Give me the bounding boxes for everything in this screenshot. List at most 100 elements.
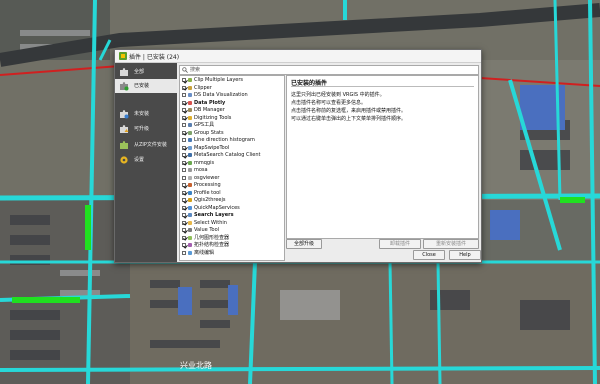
plugin-name: Data Plotly xyxy=(194,99,226,106)
plugin-enable-checkbox[interactable] xyxy=(182,108,186,112)
plugin-icon xyxy=(188,145,192,150)
plugin-list-item[interactable]: mmqgis xyxy=(180,160,284,166)
plugin-enable-checkbox[interactable] xyxy=(182,130,186,135)
plugin-list-item[interactable]: Data Plotly xyxy=(180,100,284,106)
plugin-enable-checkbox[interactable] xyxy=(182,168,186,172)
plugin-icon xyxy=(188,153,192,157)
plugin-list-item[interactable]: osgviewer xyxy=(180,175,284,181)
search-placeholder: 搜索 xyxy=(190,67,201,73)
plugin-name: Clipper xyxy=(194,84,212,91)
plugin-icon xyxy=(188,243,192,247)
plugin-list-item[interactable]: Digitizing Tools xyxy=(180,115,284,121)
plugin-list-item[interactable]: MetaSearch Catalog Client xyxy=(180,152,284,158)
plugin-list-item[interactable]: Line direction histogram xyxy=(180,137,284,143)
plugin-list-item[interactable]: 拓扑结构检查器 xyxy=(180,242,284,248)
close-button[interactable]: Close xyxy=(413,250,445,260)
sidebar-item-label: 可升级 xyxy=(134,126,150,132)
plugin-enable-checkbox[interactable] xyxy=(182,198,186,202)
plugin-list-item[interactable]: MapSwipeTool xyxy=(180,145,284,151)
plugin-enable-checkbox[interactable] xyxy=(182,145,186,150)
plugin-list-item[interactable]: Profile tool xyxy=(180,190,284,196)
sidebar-item-not-installed[interactable]: 未安装 xyxy=(115,107,177,121)
plugin-enable-checkbox[interactable] xyxy=(182,228,186,232)
plugin-list-item[interactable]: Search Layers xyxy=(180,212,284,218)
plugin-enable-checkbox[interactable] xyxy=(182,243,186,247)
plugin-enable-checkbox[interactable] xyxy=(182,115,186,120)
plugin-list-item[interactable]: Select Within xyxy=(180,220,284,226)
plugin-enable-checkbox[interactable] xyxy=(182,190,186,195)
plugin-enable-checkbox[interactable] xyxy=(182,183,186,187)
plugin-icon xyxy=(188,85,192,90)
sidebar-item-upgradeable[interactable]: 可升级 xyxy=(115,122,177,136)
plugin-icon xyxy=(188,250,192,255)
plugin-icon xyxy=(188,168,192,172)
plugin-name: QuickMapServices xyxy=(194,204,240,211)
dialog-titlebar[interactable]: 插件 | 已安装 (24) xyxy=(115,50,481,63)
plugin-enable-checkbox[interactable] xyxy=(182,205,186,210)
plugin-enable-checkbox[interactable] xyxy=(182,235,186,240)
sidebar-item-label: 设置 xyxy=(134,157,145,163)
plugin-enable-checkbox[interactable] xyxy=(182,213,186,217)
sidebar-item-all[interactable]: 全部 xyxy=(115,65,177,79)
plugin-list-item[interactable]: 几何图形检查器 xyxy=(180,235,284,241)
puzzle-installed-icon xyxy=(120,82,129,91)
details-line: 点击插件名称前的复选框，来启用插件或禁用插件。 xyxy=(291,108,407,114)
plugin-name: GPS工具 xyxy=(194,122,215,128)
plugin-icon xyxy=(188,123,192,127)
help-button[interactable]: Help xyxy=(449,250,481,260)
plugin-enable-checkbox[interactable] xyxy=(182,220,186,225)
plugin-icon xyxy=(188,175,192,180)
plugin-icon xyxy=(188,190,192,195)
plugin-enable-checkbox[interactable] xyxy=(182,93,186,97)
plugin-icon xyxy=(188,130,192,135)
sidebar-item-label: 全部 xyxy=(134,69,145,75)
upgrade-all-button[interactable]: 全部升级 xyxy=(286,239,322,249)
plugin-name: Select Within xyxy=(194,219,227,226)
plugin-enable-checkbox[interactable] xyxy=(182,175,186,180)
plugin-name: 离线编辑 xyxy=(194,249,215,256)
plugin-name: Line direction histogram xyxy=(194,137,255,143)
plugin-enable-checkbox[interactable] xyxy=(182,160,186,165)
plugin-list-item[interactable]: mosa xyxy=(180,167,284,173)
sidebar-item-installed[interactable]: 已安装 xyxy=(115,79,177,93)
plugin-list-item[interactable]: DS Data Visualization xyxy=(180,92,284,98)
details-line: 这里只列出已经安装到 VRGIS 中的插件。 xyxy=(291,92,385,98)
plugin-icon xyxy=(188,183,192,187)
plugin-list-item[interactable]: DB Manager xyxy=(180,107,284,113)
plugin-enable-checkbox[interactable] xyxy=(182,123,186,127)
sidebar-item-install-from-zip[interactable]: 从ZIP文件安装 xyxy=(115,138,177,152)
plugin-name: Clip Multiple Layers xyxy=(194,77,244,83)
plugin-list-item[interactable]: Clip Multiple Layers xyxy=(180,77,284,83)
plugin-icon xyxy=(188,228,192,232)
plugin-list-item[interactable]: Qgis2threejs xyxy=(180,197,284,203)
plugin-list-item[interactable]: Value Tool xyxy=(180,227,284,233)
plugin-name: mosa xyxy=(194,167,208,173)
plugin-enable-checkbox[interactable] xyxy=(182,250,186,255)
uninstall-plugin-button[interactable]: 卸载插件 xyxy=(379,239,421,249)
plugin-enable-checkbox[interactable] xyxy=(182,85,186,90)
puzzle-upgradeable-icon xyxy=(120,125,129,133)
plugin-enable-checkbox[interactable] xyxy=(182,78,186,82)
search-input[interactable]: 搜索 xyxy=(179,65,479,75)
plugin-list-item[interactable]: Clipper xyxy=(180,85,284,91)
plugin-icon xyxy=(188,198,192,202)
plugin-enable-checkbox[interactable] xyxy=(182,153,186,157)
plugin-icon xyxy=(188,115,192,120)
street-label: 兴业北路 xyxy=(180,360,212,370)
plugin-list-item[interactable]: Group Stats xyxy=(180,130,284,136)
sidebar-item-label: 从ZIP文件安装 xyxy=(134,142,167,148)
plugin-icon xyxy=(188,138,192,142)
plugin-list: Clip Multiple Layers Clipper DS Data Visua… xyxy=(179,75,285,261)
plugin-name: Profile tool xyxy=(194,189,221,196)
plugin-list-item[interactable]: GPS工具 xyxy=(180,122,284,128)
plugin-list-item[interactable]: QuickMapServices xyxy=(180,205,284,211)
reinstall-plugin-button[interactable]: 重新安装插件 xyxy=(423,239,479,249)
plugin-list-item[interactable]: 离线编辑 xyxy=(180,250,284,256)
plugin-name: MapSwipeTool xyxy=(194,144,230,151)
sidebar-item-settings[interactable]: 设置 xyxy=(115,153,177,167)
plugin-name: Value Tool xyxy=(194,227,220,233)
app-logo-icon xyxy=(119,52,127,60)
plugin-list-item[interactable]: Processing xyxy=(180,182,284,188)
plugin-enable-checkbox[interactable] xyxy=(182,100,186,105)
plugin-enable-checkbox[interactable] xyxy=(182,138,186,142)
